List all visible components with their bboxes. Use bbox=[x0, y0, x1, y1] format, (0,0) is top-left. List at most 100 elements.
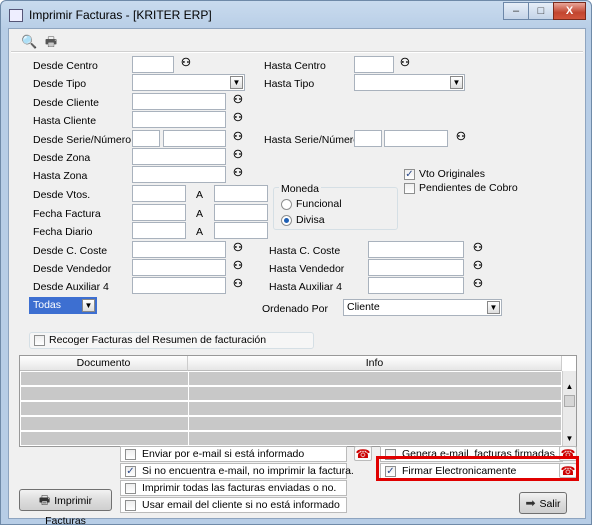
grid-header-info[interactable]: Info bbox=[188, 356, 562, 371]
desde-cliente-input[interactable] bbox=[132, 93, 226, 110]
salir-button[interactable]: ➡ Salir bbox=[519, 492, 567, 514]
highlight-box bbox=[376, 456, 579, 481]
hasta-vtos-input[interactable] bbox=[214, 185, 268, 202]
desde-numero-input[interactable] bbox=[163, 130, 226, 147]
search-binoculars-icon[interactable] bbox=[233, 260, 249, 273]
table-row[interactable] bbox=[21, 402, 561, 416]
chevron-down-icon: ▼ bbox=[487, 301, 500, 314]
table-row[interactable] bbox=[21, 417, 561, 431]
desde-aux4-input[interactable] bbox=[132, 277, 226, 294]
hasta-centro-input[interactable] bbox=[354, 56, 394, 73]
desde-vendedor-label: Desde Vendedor bbox=[33, 263, 112, 275]
hasta-cliente-label: Hasta Cliente bbox=[33, 115, 97, 127]
divisa-radio[interactable] bbox=[281, 215, 292, 226]
table-row[interactable] bbox=[21, 432, 561, 446]
hasta-coste-input[interactable] bbox=[368, 241, 464, 258]
table-row[interactable] bbox=[21, 372, 561, 386]
a-label: A bbox=[196, 208, 204, 220]
scroll-up-icon[interactable]: ▲ bbox=[564, 381, 575, 392]
ordenado-por-select[interactable]: Cliente ▼ bbox=[343, 299, 502, 316]
recoger-facturas-checkbox[interactable] bbox=[34, 335, 45, 346]
desde-fecha-factura-input[interactable] bbox=[132, 204, 186, 221]
chevron-down-icon: ▼ bbox=[230, 76, 243, 89]
hasta-fecha-diario-input[interactable] bbox=[214, 222, 268, 239]
desde-zona-input[interactable] bbox=[132, 148, 226, 165]
search-binoculars-icon[interactable] bbox=[181, 57, 197, 70]
hasta-zona-input[interactable] bbox=[132, 166, 226, 183]
vto-originales-label: Vto Originales bbox=[419, 168, 485, 180]
no-imprimir-checkbox[interactable]: ✓ bbox=[125, 466, 136, 477]
ordenado-por-value: Cliente bbox=[347, 301, 380, 313]
minimize-button[interactable]: – bbox=[503, 2, 529, 20]
no-imprimir-label: Si no encuentra e-mail, no imprimir la f… bbox=[142, 465, 354, 477]
funcional-radio[interactable] bbox=[281, 199, 292, 210]
hasta-aux4-input[interactable] bbox=[368, 277, 464, 294]
title-bar[interactable]: Imprimir Facturas - [KRITER ERP] – □ X bbox=[1, 1, 591, 29]
print-preview-icon[interactable]: 🔍 bbox=[21, 34, 37, 50]
email-config-icon[interactable]: ☎ bbox=[354, 446, 372, 461]
vto-originales-checkbox[interactable]: ✓ bbox=[404, 169, 415, 180]
search-binoculars-icon[interactable] bbox=[473, 278, 489, 291]
imprimir-facturas-button[interactable]: 🖶 Imprimir Facturas bbox=[19, 489, 112, 527]
toolbar-separator bbox=[11, 51, 583, 53]
search-binoculars-icon[interactable] bbox=[400, 57, 416, 70]
printer-icon[interactable]: 🖶 bbox=[43, 34, 59, 50]
hasta-tipo-label: Hasta Tipo bbox=[264, 78, 315, 90]
search-binoculars-icon[interactable] bbox=[473, 242, 489, 255]
search-binoculars-icon[interactable] bbox=[456, 131, 472, 144]
ordenado-por-label: Ordenado Por bbox=[262, 303, 328, 315]
enviar-email-checkbox[interactable] bbox=[125, 449, 136, 460]
fecha-diario-label: Fecha Diario bbox=[33, 226, 93, 238]
hasta-vendedor-label: Hasta Vendedor bbox=[269, 263, 345, 275]
search-binoculars-icon[interactable] bbox=[233, 242, 249, 255]
search-binoculars-icon[interactable] bbox=[233, 167, 249, 180]
search-binoculars-icon[interactable] bbox=[233, 131, 249, 144]
a-label: A bbox=[196, 189, 204, 201]
desde-serie-label: Desde Serie/Número bbox=[33, 134, 132, 146]
desde-aux4-label: Desde Auxiliar 4 bbox=[33, 281, 109, 293]
maximize-button[interactable]: □ bbox=[528, 2, 554, 20]
divisa-label: Divisa bbox=[296, 214, 325, 226]
moneda-title: Moneda bbox=[279, 183, 321, 195]
imprimir-todas-checkbox[interactable] bbox=[125, 483, 136, 494]
hasta-serie-input[interactable] bbox=[354, 130, 382, 147]
desde-tipo-select[interactable]: ▼ bbox=[132, 74, 245, 91]
scroll-thumb[interactable] bbox=[564, 395, 575, 407]
hasta-fecha-factura-input[interactable] bbox=[214, 204, 268, 221]
usar-email-checkbox[interactable] bbox=[125, 500, 136, 511]
hasta-tipo-select[interactable]: ▼ bbox=[354, 74, 465, 91]
hasta-zona-label: Hasta Zona bbox=[33, 170, 88, 182]
scroll-down-icon[interactable]: ▼ bbox=[564, 433, 575, 444]
search-binoculars-icon[interactable] bbox=[473, 260, 489, 273]
window: Imprimir Facturas - [KRITER ERP] – □ X 🔍… bbox=[0, 0, 592, 527]
grid-header-documento[interactable]: Documento bbox=[20, 356, 188, 371]
chevron-down-icon: ▼ bbox=[82, 299, 95, 312]
table-row[interactable] bbox=[21, 387, 561, 401]
enviar-email-label: Enviar por e-mail si está informado bbox=[142, 448, 305, 460]
todas-select-value: Todas bbox=[33, 299, 62, 311]
todas-select[interactable]: Todas ▼ bbox=[29, 297, 97, 314]
facturas-grid[interactable]: Documento Info ▲ ▼ bbox=[19, 355, 577, 448]
app-icon bbox=[9, 9, 23, 22]
dialog-body: 🔍 🖶 Desde Centro Hasta Centro Desde Tipo… bbox=[8, 28, 586, 527]
close-button[interactable]: X bbox=[553, 2, 586, 20]
search-binoculars-icon[interactable] bbox=[233, 112, 249, 125]
desde-vendedor-input[interactable] bbox=[132, 259, 226, 276]
desde-centro-input[interactable] bbox=[132, 56, 174, 73]
a-label: A bbox=[196, 226, 204, 238]
search-binoculars-icon[interactable] bbox=[233, 278, 249, 291]
search-binoculars-icon[interactable] bbox=[233, 94, 249, 107]
pendientes-cobro-label: Pendientes de Cobro bbox=[419, 182, 518, 194]
pendientes-cobro-checkbox[interactable] bbox=[404, 183, 415, 194]
hasta-vendedor-input[interactable] bbox=[368, 259, 464, 276]
grid-scrollbar[interactable]: ▲ ▼ bbox=[562, 371, 576, 447]
imprimir-facturas-label: Imprimir Facturas bbox=[45, 495, 93, 527]
desde-fecha-diario-input[interactable] bbox=[132, 222, 186, 239]
hasta-cliente-input[interactable] bbox=[132, 111, 226, 128]
desde-vtos-input[interactable] bbox=[132, 185, 186, 202]
desde-coste-input[interactable] bbox=[132, 241, 226, 258]
search-binoculars-icon[interactable] bbox=[233, 149, 249, 162]
hasta-centro-label: Hasta Centro bbox=[264, 60, 326, 72]
hasta-numero-input[interactable] bbox=[384, 130, 448, 147]
desde-serie-input[interactable] bbox=[132, 130, 160, 147]
